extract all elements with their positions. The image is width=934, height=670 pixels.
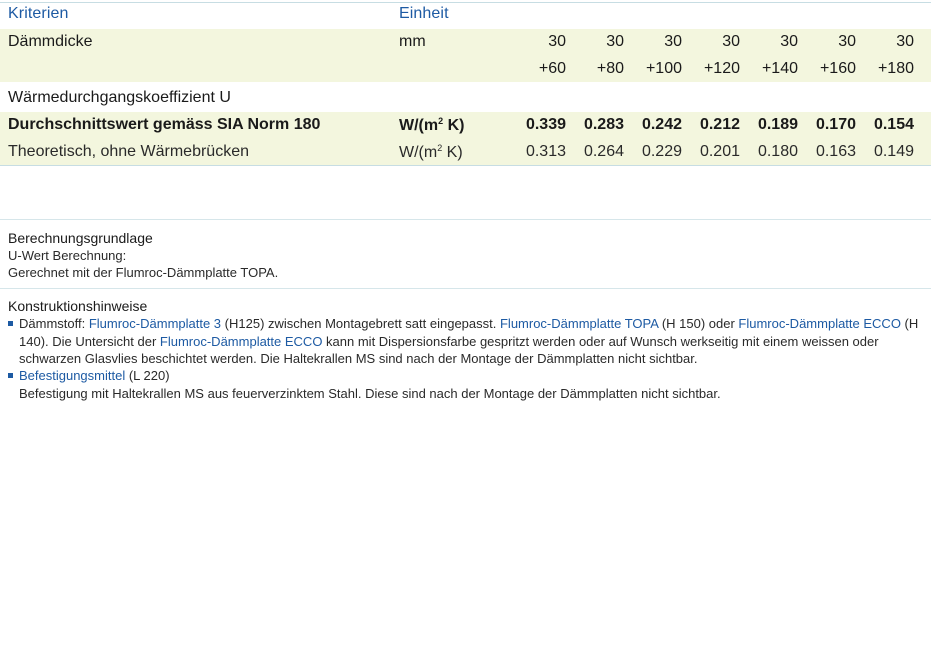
cell-value: 0.313	[525, 143, 566, 160]
row-label: Dämmdicke	[8, 33, 93, 50]
table-row-u-heading: Wärmedurchgangskoeffizient U	[0, 85, 931, 112]
cell-value: 0.264	[583, 143, 624, 160]
product-link[interactable]: Flumroc-Dämmplatte ECCO	[160, 334, 323, 349]
cell-value: 0.201	[699, 143, 740, 160]
cell-thickness-top: 30	[838, 33, 856, 50]
cell-thickness-top: 30	[722, 33, 740, 50]
cell-thickness-top: 30	[548, 33, 566, 50]
basis-title: Berechnungsgrundlage	[8, 230, 153, 246]
cell-value: 0.229	[641, 143, 682, 160]
construction-item-fastening: Befestigungsmittel (L 220) Befestigung mi…	[8, 367, 923, 402]
cell-value: 0.283	[583, 116, 624, 133]
cell-value: 0.170	[815, 116, 856, 133]
section-divider	[0, 219, 931, 220]
cell-value: 0.189	[757, 116, 798, 133]
cell-value: 0.212	[699, 116, 740, 133]
cell-thickness-bottom: +80	[596, 60, 624, 77]
table-row-thickness-added: +60 +80 +100 +120 +140 +160 +180	[0, 56, 931, 83]
construction-title: Konstruktionshinweise	[8, 298, 148, 314]
cell-value: 0.149	[873, 143, 914, 160]
product-link[interactable]: Flumroc-Dämmplatte ECCO	[738, 316, 901, 331]
cell-value: 0.163	[815, 143, 856, 160]
row-unit: mm	[399, 33, 426, 50]
product-link[interactable]: Flumroc-Dämmplatte 3	[89, 316, 221, 331]
basis-line: Gerechnet mit der Flumroc-Dämmplatte TOP…	[8, 265, 279, 280]
cell-thickness-bottom: +100	[645, 60, 682, 77]
cell-thickness-bottom: +120	[703, 60, 740, 77]
construction-item-text: Dämmstoff: Flumroc-Dämmplatte 3 (H125) z…	[19, 316, 919, 366]
construction-item-insulation: Dämmstoff: Flumroc-Dämmplatte 3 (H125) z…	[8, 315, 923, 368]
cell-thickness-bottom: +140	[761, 60, 798, 77]
cell-thickness-top: 30	[896, 33, 914, 50]
row-unit: W/(m2 K)	[399, 143, 463, 161]
row-unit: W/(m2 K)	[399, 116, 465, 134]
cell-value: 0.154	[873, 116, 914, 133]
table-row-average: Durchschnittswert gemäss SIA Norm 180 W/…	[0, 112, 931, 139]
bullet-square-icon	[8, 373, 13, 378]
product-link[interactable]: Flumroc-Dämmplatte TOPA	[500, 316, 658, 331]
cell-value: 0.180	[757, 143, 798, 160]
row-label: Wärmedurchgangskoeffizient U	[8, 89, 231, 106]
table-row-theoretical: Theoretisch, ohne Wärmebrücken W/(m2 K) …	[0, 139, 931, 166]
table-bottom-rule	[0, 165, 931, 166]
basis-line: U-Wert Berechnung:	[8, 248, 127, 263]
table-row-thickness: Dämmdicke mm 30 30 30 30 30 30 30	[0, 29, 931, 56]
cell-thickness-top: 30	[606, 33, 624, 50]
construction-item-text: Befestigungsmittel (L 220) Befestigung mi…	[19, 368, 721, 401]
cell-thickness-bottom: +160	[819, 60, 856, 77]
cell-thickness-bottom: +180	[877, 60, 914, 77]
table-top-rule	[0, 2, 931, 3]
product-link[interactable]: Befestigungsmittel	[19, 368, 125, 383]
bullet-square-icon	[8, 321, 13, 326]
cell-thickness-top: 30	[664, 33, 682, 50]
cell-value: 0.242	[641, 116, 682, 133]
cell-value: 0.339	[525, 116, 566, 133]
section-divider	[0, 288, 931, 289]
cell-thickness-top: 30	[780, 33, 798, 50]
row-label: Durchschnittswert gemäss SIA Norm 180	[8, 116, 321, 133]
cell-thickness-bottom: +60	[538, 60, 566, 77]
row-label: Theoretisch, ohne Wärmebrücken	[8, 143, 249, 160]
header-unit: Einheit	[399, 5, 449, 22]
header-criteria: Kriterien	[8, 5, 69, 22]
